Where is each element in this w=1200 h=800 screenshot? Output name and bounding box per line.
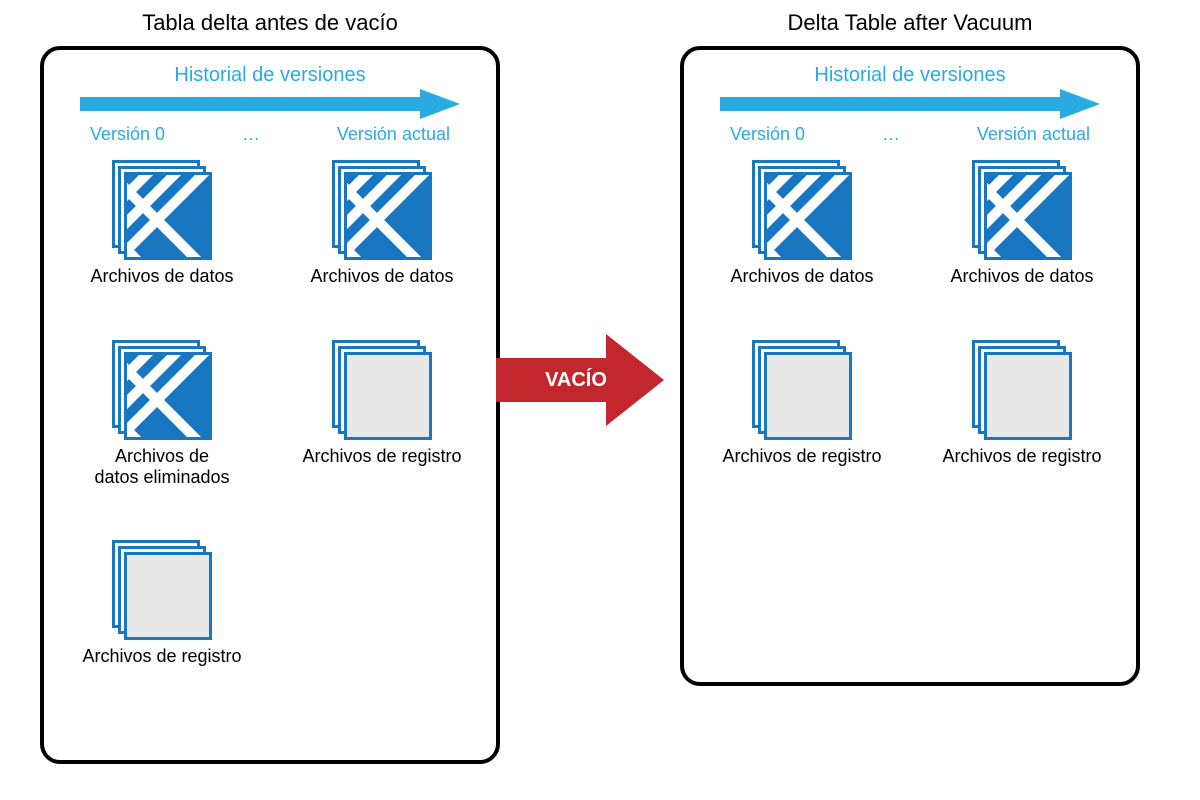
parquet-files-icon [972, 160, 1072, 260]
after-version-labels: Versión 0 … Versión actual [684, 124, 1136, 145]
after-data-v0: Archivos de datos [712, 160, 892, 287]
caption: Archivos de datos [310, 266, 453, 287]
caption: Archivos de registro [82, 646, 241, 667]
before-data-v0: Archivos de datos [72, 160, 252, 287]
caption: Archivos de registro [722, 446, 881, 467]
before-data-vcur: Archivos de datos [292, 160, 472, 287]
before-version-labels: Versión 0 … Versión actual [44, 124, 496, 145]
log-files-icon [112, 540, 212, 640]
parquet-files-icon [112, 340, 212, 440]
parquet-files-icon [752, 160, 852, 260]
right-arrow-icon [80, 89, 460, 119]
caption: Archivos de datos [730, 266, 873, 287]
after-data-vcur: Archivos de datos [932, 160, 1112, 287]
after-log-vcur: Archivos de registro [932, 340, 1112, 467]
version-ellipsis: … [882, 124, 900, 145]
after-history-arrow: Historial de versiones [684, 64, 1136, 119]
before-panel: Historial de versiones Versión 0 … Versi… [40, 46, 500, 764]
version-ellipsis: … [242, 124, 260, 145]
version-end: Versión actual [977, 124, 1090, 145]
after-panel: Historial de versiones Versión 0 … Versi… [680, 46, 1140, 686]
before-log-vcur: Archivos de registro [292, 340, 472, 467]
vacuum-arrow: VACÍO [496, 330, 666, 430]
version-start: Versión 0 [90, 124, 165, 145]
after-log-v0: Archivos de registro [712, 340, 892, 467]
parquet-files-icon [112, 160, 212, 260]
version-start: Versión 0 [730, 124, 805, 145]
caption: Archivos de registro [302, 446, 461, 467]
parquet-files-icon [332, 160, 432, 260]
caption: Archivos de datos eliminados [94, 446, 229, 487]
caption: Archivos de datos [950, 266, 1093, 287]
caption: Archivos de registro [942, 446, 1101, 467]
before-removed-data: Archivos de datos eliminados [72, 340, 252, 487]
history-label: Historial de versiones [174, 64, 365, 87]
before-title: Tabla delta antes de vacío [40, 10, 500, 36]
log-files-icon [332, 340, 432, 440]
version-end: Versión actual [337, 124, 450, 145]
right-arrow-icon [720, 89, 1100, 119]
before-log-v0: Archivos de registro [72, 540, 252, 667]
vacuum-label: VACÍO [545, 369, 617, 392]
after-title: Delta Table after Vacuum [680, 10, 1140, 36]
diagram-canvas: Tabla delta antes de vacío Historial de … [0, 0, 1200, 800]
history-label: Historial de versiones [814, 64, 1005, 87]
log-files-icon [972, 340, 1072, 440]
before-history-arrow: Historial de versiones [44, 64, 496, 119]
caption: Archivos de datos [90, 266, 233, 287]
log-files-icon [752, 340, 852, 440]
